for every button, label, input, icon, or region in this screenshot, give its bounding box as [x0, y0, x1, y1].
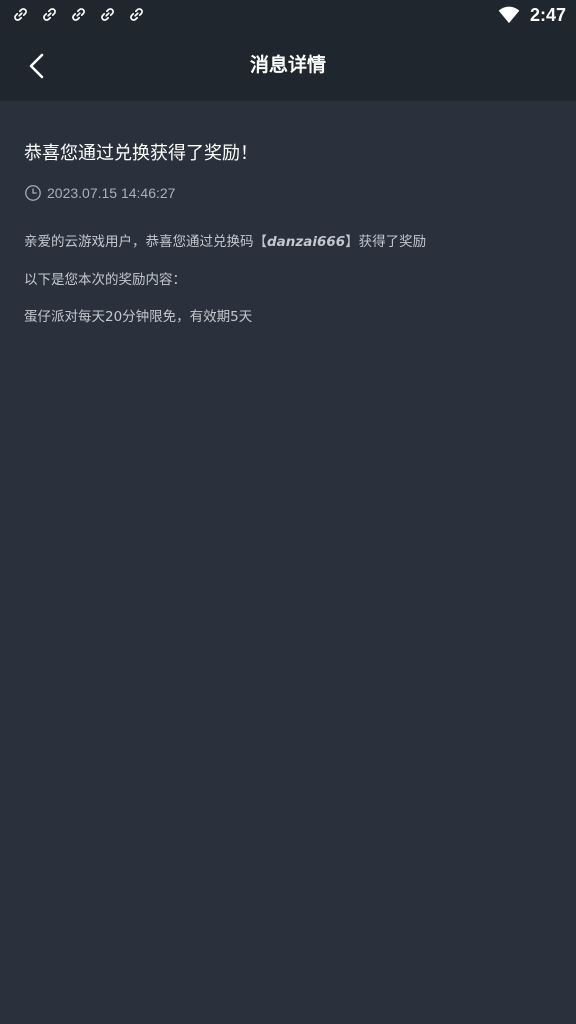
link-icon: [130, 8, 143, 21]
app-bar: 消息详情: [0, 30, 576, 101]
greeting-prefix: 亲爱的云游戏用户，恭喜您通过兑换码【: [24, 234, 267, 250]
redeem-code: danzai666: [267, 234, 346, 250]
screen: 2:47 消息详情 恭喜您通过兑换获得了奖励！ 2023.07.15 14:46…: [0, 0, 576, 1024]
message-line-greeting: 亲爱的云游戏用户，恭喜您通过兑换码【danzai666】获得了奖励: [24, 232, 552, 252]
message-detail: 恭喜您通过兑换获得了奖励！ 2023.07.15 14:46:27 亲爱的云游戏…: [24, 101, 552, 327]
message-title: 恭喜您通过兑换获得了奖励！: [24, 143, 258, 164]
link-icon: [72, 8, 85, 21]
message-timestamp: 2023.07.15 14:46:27: [47, 185, 176, 201]
message-meta: 2023.07.15 14:46:27: [24, 184, 552, 202]
clock-icon: [25, 185, 41, 201]
status-time: 2:47: [529, 5, 566, 25]
message-line-intro: 以下是您本次的奖励内容：: [24, 272, 186, 288]
notification-icons: [12, 6, 145, 23]
link-icon: [101, 8, 114, 21]
wifi-icon: [498, 6, 520, 24]
link-icon: [43, 8, 56, 21]
page-title: 消息详情: [249, 54, 326, 76]
greeting-suffix: 】获得了奖励: [345, 234, 427, 250]
link-icon: [14, 8, 27, 21]
status-bar: 2:47: [0, 0, 576, 30]
status-right: 2:47: [498, 3, 566, 27]
message-line-reward: 蛋仔派对每天20分钟限免，有效期5天: [24, 309, 253, 325]
